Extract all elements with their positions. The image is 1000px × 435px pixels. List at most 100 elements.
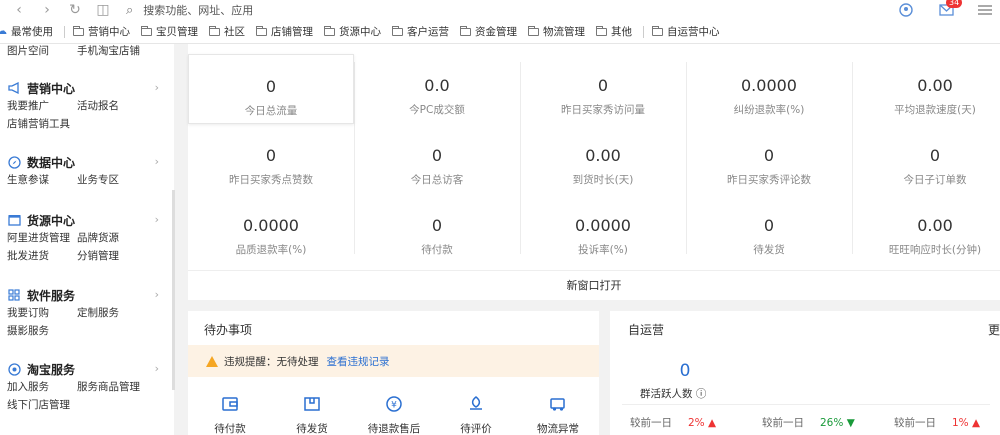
bookmark-folder[interactable]: 其他 (596, 24, 632, 39)
stat-cell[interactable]: 0.0000 投诉率(%) (520, 194, 686, 264)
stat-label: 旺旺响应时长(分钟) (888, 244, 982, 256)
bookmarks-bar: ☁ 最常使用 营销中心 宝贝管理 社区 店铺管理 货源中心 客户运营 资金管理 … (0, 20, 1000, 44)
stat-label: 今日总流量 (244, 105, 298, 117)
stat-cell[interactable]: 0 今日子订单数 (852, 124, 1000, 194)
todo-item-review[interactable]: 待评价 (436, 395, 516, 435)
screenshot-icon[interactable]: ◫ (94, 1, 112, 19)
bookmark-divider (643, 25, 644, 38)
stat-cell[interactable]: 0 昨日买家秀访问量 (520, 54, 686, 124)
mail-icon[interactable]: 34 (938, 0, 963, 18)
sidebar-link[interactable]: 我要订购 (7, 304, 77, 322)
more-link[interactable]: 更 (988, 321, 1000, 338)
service-icon (7, 362, 21, 376)
compass-icon (7, 155, 21, 169)
stat-cell[interactable]: 0 昨日买家秀点赞数 (188, 124, 354, 194)
bookmark-label: 其他 (611, 26, 632, 38)
sidebar-link[interactable]: 定制服务 (77, 304, 147, 322)
stat-label: 昨日买家秀点赞数 (229, 174, 313, 186)
bookmark-star-icon: ☁ (0, 26, 7, 37)
stat-cell[interactable]: 0 昨日买家秀评论数 (686, 124, 852, 194)
sidebar-link[interactable]: 线下门店管理 (7, 396, 70, 414)
stat-cell[interactable]: 0 待付款 (354, 194, 520, 264)
compare-pct: 1% (952, 417, 969, 429)
browser-toolbar: ‹ › ↻ ◫ ⌕ 搜索功能、网址、应用 34 (0, 0, 1000, 20)
stat-cell[interactable]: 0 今日总流量 (188, 54, 354, 124)
todo-item-logistics[interactable]: 物流异常 (518, 395, 598, 435)
bookmark-label: 店铺管理 (271, 26, 313, 38)
sidebar-group-title[interactable]: 淘宝服务 (7, 360, 167, 378)
chevron-right-icon[interactable]: › (155, 213, 159, 226)
chevron-right-icon[interactable]: › (155, 81, 159, 94)
stat-label: 待付款 (421, 244, 453, 256)
sidebar-group-title[interactable]: 软件服务 (7, 286, 167, 304)
todo-item-unpaid[interactable]: 待付款 (190, 395, 270, 435)
sidebar-link[interactable]: 业务专区 (77, 171, 147, 189)
warning-icon (206, 355, 218, 367)
sidebar-group-title[interactable]: 货源中心 (7, 211, 167, 229)
stat-cell[interactable]: 0.0000 纠纷退款率(%) (686, 54, 852, 124)
sidebar-group-software: 软件服务 › 我要订购 定制服务 摄影服务 (7, 286, 167, 340)
active-members-label: 群活跃人数 ⓘ (640, 386, 706, 401)
bookmark-frequent[interactable]: ☁ 最常使用 (0, 24, 53, 39)
bookmark-folder[interactable]: 社区 (209, 24, 245, 39)
bookmark-label: 社区 (224, 26, 245, 38)
sidebar-link[interactable]: 生意参谋 (7, 171, 77, 189)
sidebar-link[interactable]: 阿里进货管理 (7, 229, 77, 247)
user-icon[interactable] (898, 2, 914, 18)
stat-label: 平均退款速度(天) (894, 104, 976, 116)
stat-cell[interactable]: 0 待发货 (686, 194, 852, 264)
bookmark-folder[interactable]: 客户运营 (392, 24, 449, 39)
sidebar-link[interactable]: 批发进货 (7, 247, 77, 265)
bookmark-label: 资金管理 (475, 26, 517, 38)
sidebar-link[interactable]: 我要推广 (7, 97, 77, 115)
sidebar-link[interactable]: 店铺营销工具 (7, 115, 70, 133)
bookmark-folder[interactable]: 货源中心 (324, 24, 381, 39)
stat-cell[interactable]: 0.0000 品质退款率(%) (188, 194, 354, 264)
search-icon: ⌕ (126, 2, 134, 18)
view-violations-link[interactable]: 查看违规记录 (327, 354, 390, 369)
sidebar-group-title[interactable]: 数据中心 (7, 153, 167, 171)
bookmark-folder[interactable]: 店铺管理 (256, 24, 313, 39)
compare-item: 较前一日 26% ▼ (762, 415, 855, 430)
sidebar-link[interactable]: 服务商品管理 (77, 378, 147, 396)
compare-label: 较前一日 (630, 417, 672, 429)
todo-item-label: 待退款售后 (367, 423, 421, 435)
sidebar-scrollbar[interactable] (172, 190, 175, 390)
stat-cell[interactable]: 0.00 旺旺响应时长(分钟) (852, 194, 1000, 264)
sidebar-group-title[interactable]: 营销中心 (7, 79, 167, 97)
stat-value: 0.0000 (243, 216, 299, 235)
sidebar-link[interactable]: 活动报名 (77, 97, 147, 115)
sidebar-link[interactable]: 手机淘宝店铺 (77, 43, 147, 58)
megaphone-icon (7, 81, 21, 95)
todo-item-to-ship[interactable]: 待发货 (272, 395, 352, 435)
sidebar-link[interactable]: 品牌货源 (77, 229, 147, 247)
todo-item-label: 待发货 (296, 423, 328, 435)
reload-icon[interactable]: ↻ (66, 1, 84, 19)
bookmark-folder[interactable]: 资金管理 (460, 24, 517, 39)
todo-item-refund[interactable]: ¥ 待退款售后 (354, 395, 434, 435)
menu-icon[interactable] (978, 5, 992, 15)
help-icon[interactable]: ⓘ (696, 388, 707, 400)
sidebar-link[interactable]: 摄影服务 (7, 322, 77, 340)
bookmark-folder[interactable]: 自运营中心 (652, 24, 720, 39)
sidebar-link[interactable]: 图片空间 (7, 43, 77, 58)
stat-cell[interactable]: 0 今日总访客 (354, 124, 520, 194)
sidebar-link[interactable]: 分销管理 (77, 247, 147, 265)
stat-cell[interactable]: 0.0 今PC成交额 (354, 54, 520, 124)
chevron-right-icon[interactable]: › (155, 362, 159, 375)
stat-value: 0 (763, 146, 775, 165)
back-icon[interactable]: ‹ (10, 1, 28, 19)
bookmark-folder[interactable]: 物流管理 (528, 24, 585, 39)
address-placeholder: 搜索功能、网址、应用 (143, 4, 254, 17)
stat-cell[interactable]: 0.00 到货时长(天) (520, 124, 686, 194)
forward-icon[interactable]: › (38, 1, 56, 19)
open-new-window-link[interactable]: 新窗口打开 (188, 270, 1000, 300)
bookmark-folder[interactable]: 营销中心 (73, 24, 130, 39)
chevron-right-icon[interactable]: › (155, 155, 159, 168)
chevron-right-icon[interactable]: › (155, 288, 159, 301)
sidebar-link[interactable]: 加入服务 (7, 378, 77, 396)
refund-icon: ¥ (384, 395, 404, 413)
stat-cell[interactable]: 0.00 平均退款速度(天) (852, 54, 1000, 124)
address-bar[interactable]: ⌕ 搜索功能、网址、应用 (126, 2, 253, 18)
bookmark-folder[interactable]: 宝贝管理 (141, 24, 198, 39)
